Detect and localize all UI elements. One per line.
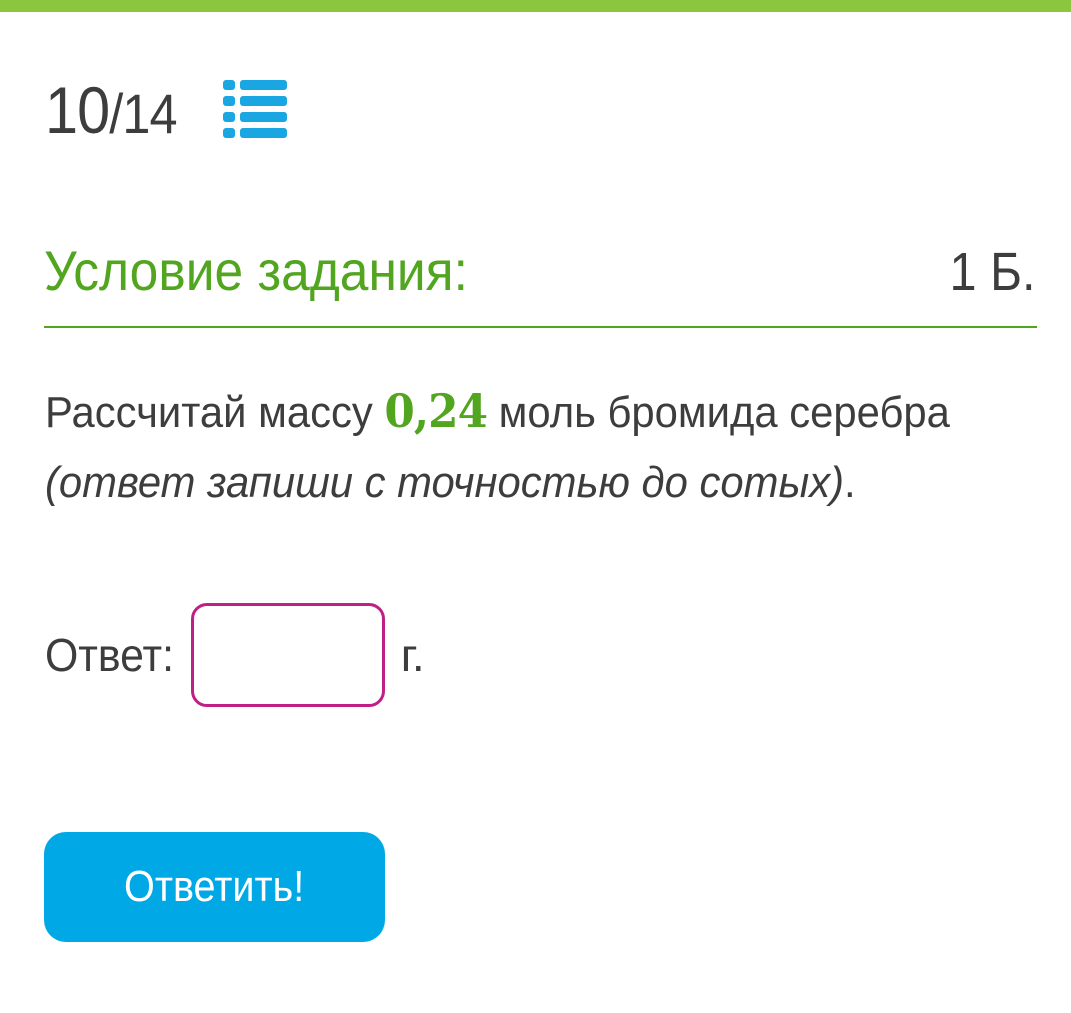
list-icon[interactable] bbox=[223, 80, 287, 138]
answer-unit: г. bbox=[400, 629, 425, 681]
task-title: Условие задания: bbox=[44, 239, 468, 302]
top-accent-bar bbox=[0, 0, 1071, 12]
progress-separator: / bbox=[109, 82, 123, 145]
answer-row: Ответ: г. bbox=[45, 603, 425, 707]
submit-button-label: Ответить! bbox=[124, 862, 305, 911]
question-text-start: Рассчитай массу bbox=[45, 388, 385, 437]
progress-counter: 10/14 bbox=[45, 72, 178, 152]
task-progress: 10/14 bbox=[45, 72, 287, 152]
task-header: Условие задания: 1 Б. bbox=[44, 238, 1037, 328]
question-text: Рассчитай массу 0,24 моль бромида серебр… bbox=[45, 376, 957, 518]
progress-total: 14 bbox=[122, 82, 177, 145]
question-text-middle: моль бромида серебра bbox=[487, 388, 950, 437]
question-number: 0,24 bbox=[384, 384, 488, 438]
submit-button[interactable]: Ответить! bbox=[44, 832, 385, 942]
task-points: 1 Б. bbox=[949, 242, 1035, 302]
question-text-end: . bbox=[844, 458, 856, 507]
answer-input[interactable] bbox=[190, 603, 385, 707]
question-hint: (ответ запиши с точностью до сотых) bbox=[45, 458, 845, 507]
answer-label: Ответ: bbox=[45, 629, 174, 681]
progress-current: 10 bbox=[45, 73, 110, 147]
